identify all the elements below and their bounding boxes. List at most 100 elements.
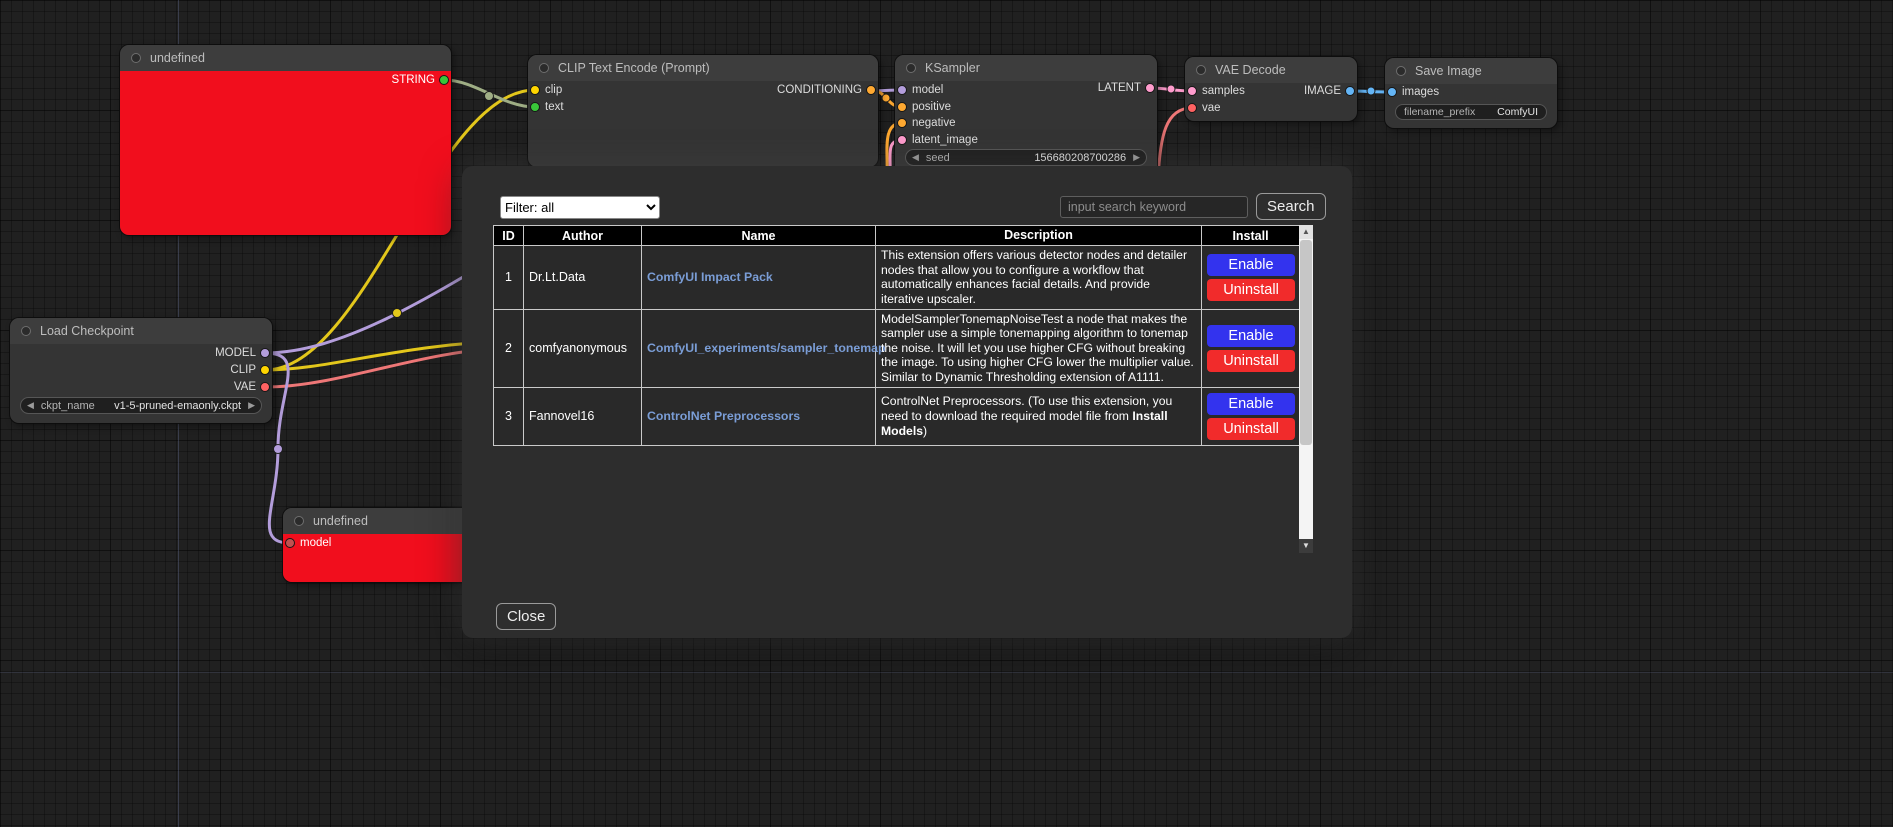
scroll-down-icon[interactable]: ▼ bbox=[1299, 539, 1313, 553]
extension-description: ControlNet Preprocessors. (To use this e… bbox=[876, 387, 1202, 445]
widget-name: seed bbox=[926, 152, 950, 164]
node-title-bar[interactable]: VAE Decode bbox=[1185, 57, 1357, 83]
input-label-images: images bbox=[1402, 85, 1439, 99]
node-title-bar[interactable]: CLIP Text Encode (Prompt) bbox=[528, 55, 878, 81]
input-label-model: model bbox=[912, 83, 943, 97]
extension-link[interactable]: ComfyUI Impact Pack bbox=[647, 270, 773, 284]
widget-value: v1-5-pruned-emaonly.ckpt bbox=[114, 400, 241, 412]
extension-id: 3 bbox=[494, 387, 524, 445]
input-label-vae: vae bbox=[1202, 101, 1221, 115]
node-title: undefined bbox=[150, 51, 205, 65]
input-pin-latent-image[interactable] bbox=[897, 135, 907, 145]
node-title-bar[interactable]: undefined bbox=[120, 45, 451, 71]
extension-id: 1 bbox=[494, 246, 524, 310]
input-pin-negative[interactable] bbox=[897, 118, 907, 128]
node-status-dot bbox=[539, 63, 549, 73]
output-pin-clip[interactable] bbox=[260, 365, 270, 375]
output-label-string: STRING bbox=[392, 73, 435, 87]
output-pin-conditioning[interactable] bbox=[866, 85, 876, 95]
uninstall-button[interactable]: Uninstall bbox=[1207, 279, 1295, 301]
app-window: undefined STRING CLIP Text Encode (Promp… bbox=[0, 0, 1893, 827]
input-pin-text[interactable] bbox=[530, 102, 540, 112]
input-label-model: model bbox=[300, 536, 331, 550]
input-label-samples: samples bbox=[1202, 84, 1245, 98]
extension-actions: Enable Uninstall bbox=[1202, 309, 1300, 387]
increment-arrow-icon[interactable]: ▶ bbox=[1133, 153, 1140, 162]
extensions-table: ID Author Name Description Install 1Dr.L… bbox=[493, 225, 1300, 446]
input-pin-model[interactable] bbox=[897, 85, 907, 95]
missing-node-body bbox=[120, 71, 451, 235]
enable-button[interactable]: Enable bbox=[1207, 254, 1295, 276]
table-header-row: ID Author Name Description Install bbox=[494, 226, 1300, 246]
filter-select[interactable]: Filter: all bbox=[500, 196, 660, 219]
decrement-arrow-icon[interactable]: ◀ bbox=[912, 153, 919, 162]
ckpt-name-widget[interactable]: ◀ ckpt_name v1-5-pruned-emaonly.ckpt ▶ bbox=[20, 397, 262, 414]
node-title-bar[interactable]: undefined bbox=[283, 508, 483, 534]
output-pin-latent[interactable] bbox=[1145, 83, 1155, 93]
node-status-dot bbox=[131, 53, 141, 63]
extension-link[interactable]: ComfyUI_experiments/sampler_tonemap bbox=[647, 341, 886, 355]
node-load-checkpoint[interactable]: Load Checkpoint MODEL CLIP VAE ◀ ckpt_na… bbox=[10, 318, 272, 423]
extension-row: 2comfyanonymousComfyUI_experiments/sampl… bbox=[494, 309, 1300, 387]
output-label-latent: LATENT bbox=[1098, 81, 1141, 95]
input-pin-images[interactable] bbox=[1387, 87, 1397, 97]
uninstall-button[interactable]: Uninstall bbox=[1207, 418, 1295, 440]
output-label-model: MODEL bbox=[215, 346, 256, 360]
filename-prefix-widget[interactable]: filename_prefix ComfyUI bbox=[1395, 104, 1547, 120]
output-label-clip: CLIP bbox=[230, 363, 256, 377]
node-ksampler[interactable]: KSampler model positive negative latent_… bbox=[895, 55, 1157, 175]
input-pin-clip[interactable] bbox=[530, 85, 540, 95]
input-label-text: text bbox=[545, 100, 564, 114]
input-label-latent-image: latent_image bbox=[912, 133, 978, 147]
node-title-bar[interactable]: Load Checkpoint bbox=[10, 318, 272, 344]
input-pin-model[interactable] bbox=[285, 538, 295, 548]
extension-author: Fannovel16 bbox=[524, 387, 642, 445]
input-pin-positive[interactable] bbox=[897, 102, 907, 112]
input-pin-vae[interactable] bbox=[1187, 103, 1197, 113]
node-undefined-top[interactable]: undefined STRING bbox=[120, 45, 451, 235]
output-label-conditioning: CONDITIONING bbox=[777, 83, 862, 97]
node-status-dot bbox=[1396, 66, 1406, 76]
previous-arrow-icon[interactable]: ◀ bbox=[27, 401, 34, 410]
uninstall-button[interactable]: Uninstall bbox=[1207, 350, 1295, 372]
widget-value: 156680208700286 bbox=[1034, 152, 1126, 164]
scroll-up-icon[interactable]: ▲ bbox=[1299, 225, 1313, 239]
output-pin-image[interactable] bbox=[1345, 86, 1355, 96]
close-button[interactable]: Close bbox=[496, 603, 556, 630]
widget-name: filename_prefix bbox=[1404, 106, 1475, 118]
extension-author: comfyanonymous bbox=[524, 309, 642, 387]
input-label-positive: positive bbox=[912, 100, 951, 114]
node-title: undefined bbox=[313, 514, 368, 528]
node-clip-text-encode[interactable]: CLIP Text Encode (Prompt) clip text COND… bbox=[528, 55, 878, 167]
extension-actions: Enable Uninstall bbox=[1202, 246, 1300, 310]
enable-button[interactable]: Enable bbox=[1207, 325, 1295, 347]
search-input[interactable] bbox=[1060, 196, 1248, 218]
table-scrollbar[interactable]: ▲ ▼ bbox=[1299, 225, 1313, 553]
output-pin-string[interactable] bbox=[439, 75, 449, 85]
node-title-bar[interactable]: Save Image bbox=[1385, 58, 1557, 84]
output-pin-model[interactable] bbox=[260, 348, 270, 358]
node-save-image[interactable]: Save Image images filename_prefix ComfyU… bbox=[1385, 58, 1557, 128]
header-author: Author bbox=[524, 226, 642, 246]
extension-row: 3Fannovel16 ControlNet Preprocessors Contr… bbox=[494, 387, 1300, 445]
enable-button[interactable]: Enable bbox=[1207, 393, 1295, 415]
node-undefined-bottom[interactable]: undefined model bbox=[283, 508, 483, 582]
extension-actions: Enable Uninstall bbox=[1202, 387, 1300, 445]
input-pin-samples[interactable] bbox=[1187, 86, 1197, 96]
input-label-negative: negative bbox=[912, 116, 955, 130]
seed-widget[interactable]: ◀ seed 156680208700286 ▶ bbox=[905, 149, 1147, 166]
node-status-dot bbox=[906, 63, 916, 73]
search-button[interactable]: Search bbox=[1256, 193, 1326, 220]
scrollbar-thumb[interactable] bbox=[1300, 240, 1312, 445]
output-label-image: IMAGE bbox=[1304, 84, 1341, 98]
node-title: Load Checkpoint bbox=[40, 324, 134, 338]
next-arrow-icon[interactable]: ▶ bbox=[248, 401, 255, 410]
extension-link[interactable]: ControlNet Preprocessors bbox=[647, 409, 800, 423]
output-pin-vae[interactable] bbox=[260, 382, 270, 392]
node-title-bar[interactable]: KSampler bbox=[895, 55, 1157, 81]
install-custom-nodes-dialog: Filter: all Search ID Author Name Descri… bbox=[462, 166, 1352, 638]
widget-value: ComfyUI bbox=[1497, 106, 1538, 118]
node-vae-decode[interactable]: VAE Decode samples vae IMAGE bbox=[1185, 57, 1357, 121]
output-label-vae: VAE bbox=[234, 380, 256, 394]
extensions-table-container: ID Author Name Description Install 1Dr.L… bbox=[493, 225, 1313, 553]
